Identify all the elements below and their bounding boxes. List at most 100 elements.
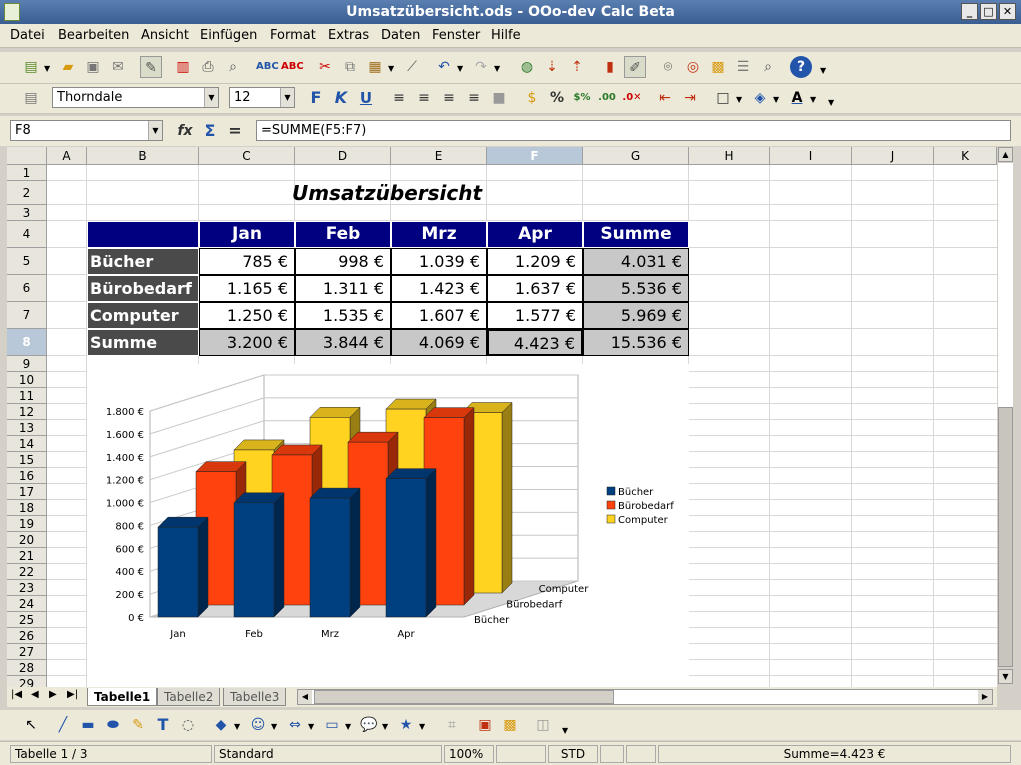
- vertical-scrollbar[interactable]: ▲ ▼: [997, 147, 1014, 687]
- email-icon[interactable]: ✉: [107, 56, 129, 78]
- row-header[interactable]: 19: [7, 516, 47, 532]
- paste-icon[interactable]: ▦: [364, 56, 386, 78]
- value-cell[interactable]: 5.969 €: [583, 302, 689, 329]
- shapes-dropdown-icon[interactable]: ▼: [234, 722, 240, 731]
- redo-dropdown-icon[interactable]: ▼: [494, 64, 500, 73]
- row-header[interactable]: 14: [7, 436, 47, 452]
- edit-file-icon[interactable]: ✎: [140, 56, 162, 78]
- new-dropdown-icon[interactable]: ▼: [44, 64, 50, 73]
- align-right-icon[interactable]: ≡: [438, 87, 460, 109]
- menu-hilfe[interactable]: Hilfe: [491, 28, 521, 43]
- active-cell[interactable]: 4.423 €: [487, 329, 583, 356]
- fontcolor-dropdown-icon[interactable]: ▼: [810, 95, 816, 104]
- paste-dropdown-icon[interactable]: ▼: [388, 64, 394, 73]
- name-box[interactable]: F8 ▼: [10, 120, 163, 141]
- merge-cells-icon[interactable]: ■: [488, 87, 510, 109]
- scroll-right-icon[interactable]: ▶: [978, 690, 992, 704]
- sheet-title[interactable]: Umsatzübersicht: [207, 181, 567, 205]
- formula-input[interactable]: =SUMME(F5:F7): [256, 120, 1011, 141]
- table-header[interactable]: Feb: [295, 221, 391, 248]
- row-header[interactable]: 5: [7, 248, 47, 275]
- value-cell[interactable]: 1.535 €: [295, 302, 391, 329]
- italic-icon[interactable]: K: [330, 87, 352, 109]
- scroll-track[interactable]: [998, 163, 1013, 408]
- callouts-dropdown-icon[interactable]: ▼: [382, 722, 388, 731]
- hyperlink-icon[interactable]: ◍: [516, 56, 538, 78]
- value-cell[interactable]: 1.637 €: [487, 275, 583, 302]
- font-dropdown-icon[interactable]: ▼: [204, 88, 218, 107]
- spellcheck-icon[interactable]: ABC: [256, 56, 279, 78]
- export-pdf-icon[interactable]: ▥: [172, 56, 194, 78]
- row-header[interactable]: 15: [7, 452, 47, 468]
- row-header[interactable]: 11: [7, 388, 47, 404]
- currency-format-icon[interactable]: $: [521, 87, 543, 109]
- function-equals-icon[interactable]: =: [224, 120, 246, 142]
- row-header[interactable]: 24: [7, 596, 47, 612]
- row-label[interactable]: Computer: [87, 302, 199, 329]
- page-style[interactable]: Standard: [214, 745, 442, 763]
- value-cell[interactable]: 785 €: [199, 248, 295, 275]
- scroll-up-icon[interactable]: ▲: [998, 147, 1013, 162]
- column-header[interactable]: G: [583, 147, 689, 165]
- sheet-tab[interactable]: Tabelle1: [87, 688, 158, 706]
- callouts-icon[interactable]: 💬: [358, 714, 380, 736]
- delete-decimal-icon[interactable]: .0✕: [621, 87, 643, 109]
- callout-icon[interactable]: ◌: [177, 714, 199, 736]
- menu-datei[interactable]: Datei: [10, 28, 45, 43]
- add-decimal-icon[interactable]: .00: [596, 87, 618, 109]
- navigator-icon[interactable]: ◎: [682, 56, 704, 78]
- row-header[interactable]: 1: [7, 165, 47, 181]
- row-header[interactable]: 27: [7, 644, 47, 660]
- row-header[interactable]: 20: [7, 532, 47, 548]
- new-document-icon[interactable]: ▤: [20, 56, 42, 78]
- calc-app-icon[interactable]: [4, 3, 20, 21]
- bgcolor-dropdown-icon[interactable]: ▼: [773, 95, 779, 104]
- borders-icon[interactable]: □: [712, 87, 734, 109]
- copy-icon[interactable]: ⧉: [339, 56, 361, 78]
- value-cell[interactable]: 1.311 €: [295, 275, 391, 302]
- maximize-button[interactable]: □: [980, 3, 997, 20]
- function-wizard-icon[interactable]: fx: [174, 120, 196, 142]
- row-header[interactable]: 8: [7, 329, 47, 356]
- row-header[interactable]: 18: [7, 500, 47, 516]
- underline-icon[interactable]: U: [355, 87, 377, 109]
- row-header[interactable]: 21: [7, 548, 47, 564]
- menu-einfuegen[interactable]: Einfügen: [200, 28, 257, 43]
- column-header[interactable]: H: [689, 147, 770, 165]
- from-file-icon[interactable]: ▩: [499, 714, 521, 736]
- open-folder-icon[interactable]: ▰: [57, 56, 79, 78]
- size-dropdown-icon[interactable]: ▼: [280, 88, 294, 107]
- extrusion-icon[interactable]: ◫: [532, 714, 554, 736]
- row-header[interactable]: 13: [7, 420, 47, 436]
- hscroll-thumb[interactable]: [314, 690, 614, 704]
- save-icon[interactable]: ▣: [82, 56, 104, 78]
- row-label[interactable]: Bücher: [87, 248, 199, 275]
- scroll-left-icon[interactable]: ◀: [298, 690, 312, 704]
- line-icon[interactable]: ╱: [52, 714, 74, 736]
- sheet-tab[interactable]: Tabelle3: [223, 688, 287, 706]
- print-icon[interactable]: ⎙: [197, 56, 219, 78]
- font-name-box[interactable]: Thorndale ▼: [52, 87, 219, 108]
- table-header-blank[interactable]: [87, 221, 199, 248]
- stars-icon[interactable]: ★: [395, 714, 417, 736]
- table-header[interactable]: Jan: [199, 221, 295, 248]
- row-header[interactable]: 25: [7, 612, 47, 628]
- ellipse-icon[interactable]: ⬬: [102, 714, 124, 736]
- row-header[interactable]: 3: [7, 205, 47, 221]
- row-header[interactable]: 9: [7, 356, 47, 372]
- menu-bearbeiten[interactable]: Bearbeiten: [58, 28, 129, 43]
- row-header[interactable]: 10: [7, 372, 47, 388]
- symbols-dropdown-icon[interactable]: ▼: [271, 722, 277, 731]
- stars-dropdown-icon[interactable]: ▼: [419, 722, 425, 731]
- justify-icon[interactable]: ≡: [463, 87, 485, 109]
- align-center-icon[interactable]: ≡: [413, 87, 435, 109]
- menu-ansicht[interactable]: Ansicht: [141, 28, 189, 43]
- row-header[interactable]: 2: [7, 181, 47, 205]
- undo-dropdown-icon[interactable]: ▼: [457, 64, 463, 73]
- sales-chart[interactable]: 0 € 200 € 400 € 600 € 800 € 1.000 € 1.200 € 1.4…: [87, 364, 689, 687]
- column-header[interactable]: K: [934, 147, 997, 165]
- bold-icon[interactable]: F: [305, 87, 327, 109]
- value-cell[interactable]: 5.536 €: [583, 275, 689, 302]
- autospellcheck-icon[interactable]: ABC: [281, 56, 304, 78]
- value-cell[interactable]: 4.031 €: [583, 248, 689, 275]
